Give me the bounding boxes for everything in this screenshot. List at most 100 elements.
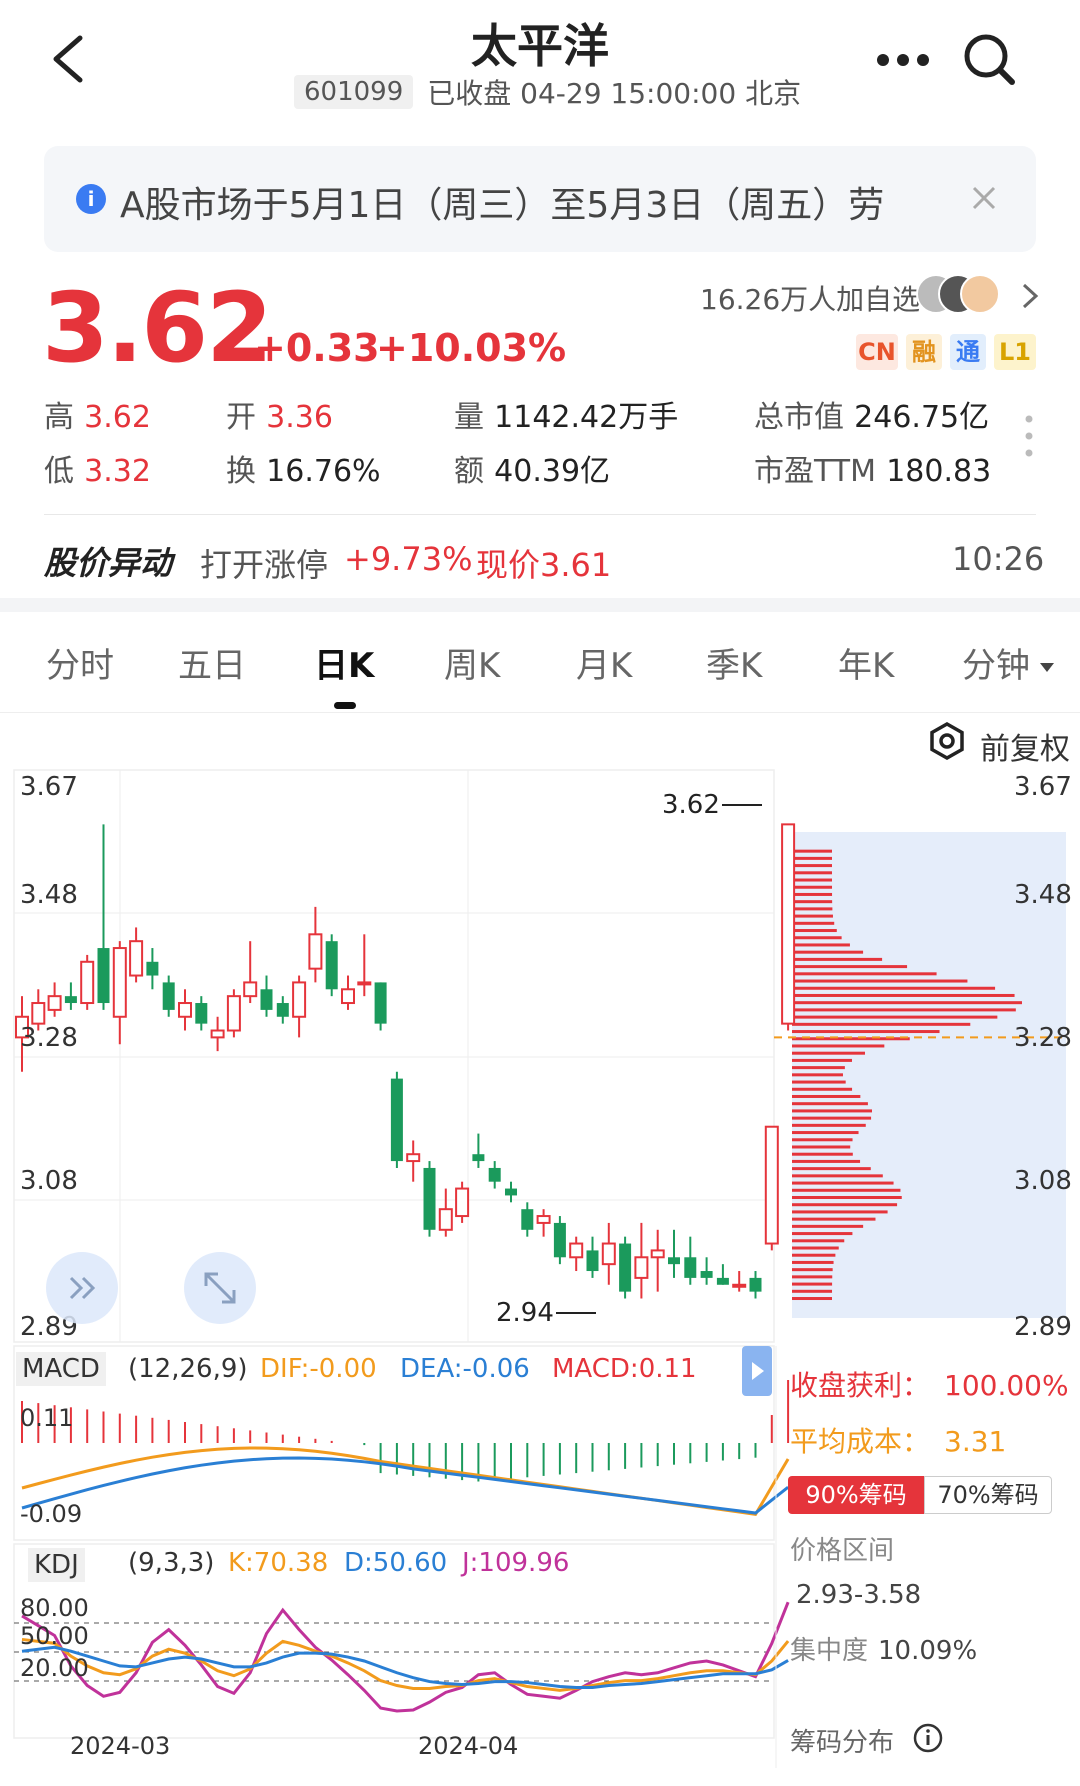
candle-body — [341, 988, 355, 1005]
chip-bar — [792, 1224, 864, 1228]
expand-left-button[interactable] — [46, 1252, 118, 1324]
chip-bar — [792, 1268, 833, 1272]
candlestick-chart[interactable] — [0, 768, 1080, 1768]
tab-5day[interactable]: 五日 — [178, 638, 246, 687]
adjust-mode[interactable]: 前复权 — [980, 724, 1070, 768]
chip-bar — [792, 849, 832, 853]
chip-90-button[interactable]: 90%筹码 — [788, 1476, 924, 1514]
chip-range: 2.93-3.58 — [796, 1580, 922, 1610]
candle-body — [390, 1078, 403, 1162]
chip-profit: 收盘获利： 100.00% — [790, 1369, 1069, 1402]
kdj-k: K:70.38 — [228, 1548, 329, 1578]
candle-body — [260, 989, 273, 1010]
tab-quarterly-k[interactable]: 季K — [706, 638, 762, 687]
price-change: +0.33 — [254, 326, 380, 370]
macd-max: 0.11 — [20, 1404, 74, 1432]
candle-body — [80, 960, 95, 1005]
caret-down-icon[interactable] — [1040, 658, 1054, 672]
notice-text: A股市场于5月1日（周三）至5月3日（周五）劳 — [120, 185, 885, 226]
chip-bar — [792, 1275, 833, 1279]
chip-bar — [792, 1239, 845, 1243]
chip-bar — [792, 1116, 872, 1120]
fullscreen-button[interactable] — [184, 1252, 256, 1324]
macd-label[interactable]: MACD — [16, 1352, 106, 1386]
candle-body — [668, 1257, 680, 1265]
followers-count[interactable]: 16.26万人加自选 — [700, 278, 920, 318]
kdj-d: D:50.60 — [344, 1548, 448, 1578]
stat-high: 高 3.62 — [44, 400, 151, 435]
chip-bar — [792, 1152, 853, 1156]
chip-70-button[interactable]: 70%筹码 — [924, 1476, 1052, 1514]
chip-bar — [792, 1015, 998, 1019]
search-icon[interactable] — [962, 32, 1016, 86]
chip-bar — [792, 892, 833, 896]
tab-weekly-k[interactable]: 周K — [444, 638, 500, 687]
stats-more-icon[interactable] — [1024, 414, 1034, 458]
kdj-level-label-80: 80.00 — [20, 1594, 89, 1622]
adjust-settings-icon[interactable] — [928, 721, 966, 761]
chip-bar — [792, 936, 842, 940]
stat-amount: 额 40.39亿 — [454, 454, 611, 489]
divider — [44, 514, 1036, 515]
candle-body — [732, 1283, 747, 1288]
candle-body — [195, 1003, 208, 1024]
follower-avatars[interactable] — [916, 272, 1006, 316]
price-axis-left-0: 3.67 — [20, 772, 78, 802]
chip-bar — [792, 1123, 866, 1127]
chip-collapse-button[interactable] — [742, 1346, 772, 1396]
chip-bar — [792, 965, 908, 969]
close-icon[interactable] — [968, 182, 1000, 214]
chip-bar — [792, 1138, 853, 1142]
chip-concentration: 集中度 10.09% — [790, 1636, 978, 1666]
tab-daily-k[interactable]: 日K — [314, 638, 374, 687]
macd-params: (12,26,9) — [128, 1354, 248, 1384]
tab-intraday[interactable]: 分时 — [46, 638, 114, 687]
tab-yearly-k[interactable]: 年K — [838, 638, 894, 687]
chip-bar — [792, 907, 833, 911]
x-axis-label-0: 2024-03 — [70, 1732, 171, 1760]
tag-l1: L1 — [994, 334, 1036, 370]
chip-range-label: 价格区间 — [790, 1536, 895, 1566]
tab-indicator — [334, 702, 356, 709]
more-icon[interactable] — [876, 52, 930, 66]
candle-body — [406, 1153, 421, 1163]
candle-body — [764, 1125, 779, 1245]
stats-grid: 高 3.62 开 3.36 量 1142.42万手 总市值 246.75亿 低 … — [44, 392, 1004, 492]
stat-low: 低 3.32 — [44, 454, 151, 489]
candle-body — [619, 1243, 632, 1292]
price-axis-right-4: 2.89 — [1014, 1312, 1072, 1342]
stat-turnover: 换 16.76% — [226, 454, 381, 489]
candle-body — [684, 1257, 697, 1278]
candle-body — [488, 1167, 501, 1182]
candle-body — [308, 933, 323, 970]
candle-body — [634, 1256, 649, 1279]
chip-bar — [792, 972, 937, 976]
candle-body — [47, 995, 62, 1011]
tab-monthly-k[interactable]: 月K — [576, 638, 632, 687]
candle-body — [586, 1250, 599, 1272]
kdj-label[interactable]: KDJ — [28, 1548, 85, 1582]
chevron-right-icon[interactable] — [1020, 282, 1040, 310]
chip-bar — [792, 986, 996, 990]
chip-bar — [792, 1087, 853, 1091]
chip-bar — [792, 871, 833, 875]
min-marker-line — [556, 1312, 596, 1314]
price-alert-row[interactable]: 股价异动 打开涨停 +9.73% 现价3.61 10:26 — [44, 534, 1044, 584]
tab-minute[interactable]: 分钟 — [962, 638, 1030, 687]
chip-bar — [792, 1246, 839, 1250]
chip-bar — [792, 1080, 846, 1084]
chip-bar — [792, 1008, 1016, 1012]
dea-line — [21, 1456, 790, 1515]
candle-body — [455, 1187, 470, 1218]
candle-body — [749, 1277, 762, 1292]
price-axis-left-2: 3.28 — [20, 1023, 78, 1053]
info-circle-icon[interactable] — [912, 1722, 944, 1754]
notice-banner[interactable]: i A股市场于5月1日（周三）至5月3日（周五）劳 — [44, 146, 1036, 252]
chip-bar — [792, 1001, 1022, 1005]
fullscreen-icon — [204, 1272, 236, 1304]
chip-bar — [792, 885, 833, 889]
tag-margin: 融 — [906, 334, 942, 370]
chip-bar — [792, 1217, 876, 1221]
chip-bar — [792, 993, 1015, 997]
avatar — [960, 274, 1000, 314]
